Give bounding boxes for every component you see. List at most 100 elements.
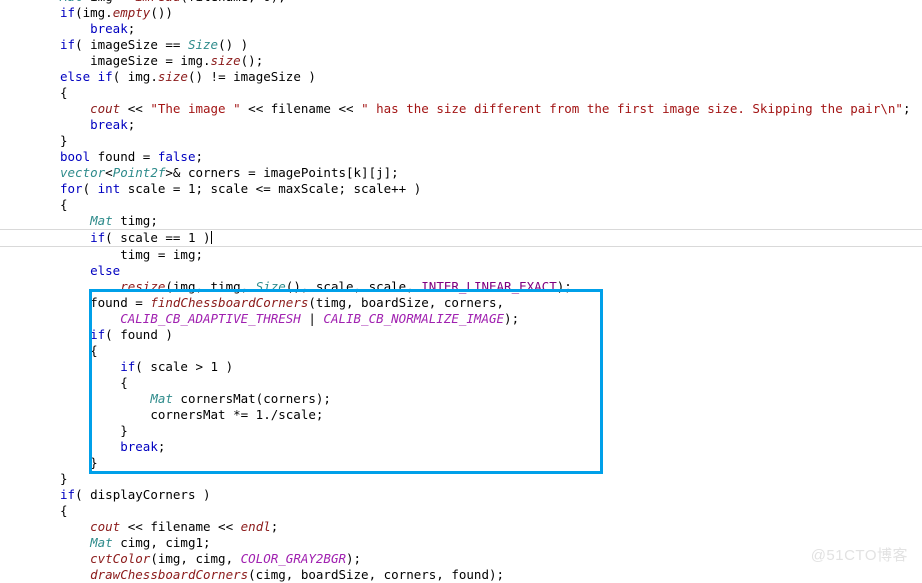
code-line[interactable]: timg = img; [0,247,922,263]
code-token-plain: cimg, cimg1; [112,535,211,550]
code-line[interactable]: break; [0,21,922,37]
code-line[interactable]: cout << filename << endl; [0,519,922,535]
code-line[interactable]: Mat cimg, cimg1; [0,535,922,551]
code-line[interactable]: else if( img.size() != imageSize ) [0,69,922,85]
code-line[interactable]: cvtColor(img, cimg, COLOR_GRAY2BGR); [0,551,922,567]
code-token-kw: if [60,5,76,20]
code-token-plain: ; [270,519,279,534]
code-line[interactable]: { [0,343,922,359]
code-line[interactable]: } [0,455,922,471]
code-line[interactable]: } [0,423,922,439]
code-token-type: Point2f [112,165,166,180]
code-line[interactable]: if( imageSize == Size() ) [0,37,922,53]
code-token-macro: CALIB_CB_ADAPTIVE_THRESH [120,311,301,326]
code-line[interactable]: if(img.empty()) [0,5,922,21]
code-token-plain: ; [127,117,136,132]
code-token-fn: cout [90,101,121,116]
code-token-kw: break [120,439,158,454]
code-token-plain: found = [90,295,151,310]
code-token-type: Size [255,279,286,294]
code-line[interactable]: if( displayCorners ) [0,487,922,503]
code-line[interactable]: break; [0,439,922,455]
code-line[interactable]: found = findChessboardCorners(timg, boar… [0,295,922,311]
code-token-plain: cornersMat *= 1./scale; [150,407,324,422]
code-line[interactable]: } [0,471,922,487]
code-token-plain: ( found ) [105,327,173,342]
code-token-plain: << [330,101,362,116]
code-line[interactable]: for( int scale = 1; scale <= maxScale; s… [0,181,922,197]
code-token-macro: COLOR_GRAY2BGR [240,551,346,566]
code-token-plain: (filename, 0); [180,0,285,4]
code-token-fn: size [210,53,241,68]
code-token-plain: << [240,101,271,116]
code-token-kw: false [157,149,196,164]
code-line[interactable]: } [0,133,922,149]
code-token-plain: filename [270,101,331,116]
code-token-kw: if [60,487,76,502]
code-token-fn: endl [240,519,271,534]
code-token-plain: ( img. [112,69,158,84]
code-token-type: Mat [90,535,113,550]
code-token-plain: ( imageSize == [75,37,188,52]
code-text-area[interactable]: Mat img = imread(filename, 0);if(img.emp… [0,0,922,583]
code-token-fn: resize [120,279,166,294]
code-token-plain: imageSize = img. [90,53,211,68]
code-token-type: Mat [60,0,90,4]
code-line[interactable]: Mat cornersMat(corners); [0,391,922,407]
code-line[interactable]: { [0,197,922,213]
code-line[interactable]: { [0,503,922,519]
code-token-plain: { [60,197,68,212]
code-line[interactable]: { [0,375,922,391]
code-token-kw: for [60,181,83,196]
code-token-str: " has the size different from the first … [361,101,903,116]
code-token-plain: { [60,85,68,100]
code-line[interactable]: else [0,263,922,279]
code-line[interactable]: break; [0,117,922,133]
code-line[interactable]: if( scale > 1 ) [0,359,922,375]
code-line[interactable]: cornersMat *= 1./scale; [0,407,922,423]
code-editor-viewport[interactable]: Mat img = imread(filename, 0);if(img.emp… [0,0,922,582]
code-token-fn: findChessboardCorners [150,295,309,310]
code-token-plain: (timg, boardSize, corners, [308,295,505,310]
code-token-fn: imread [135,0,180,4]
code-token-plain: } [60,133,68,148]
code-token-plain: } [90,455,98,470]
code-line-current[interactable]: if( scale == 1 ) [0,229,922,247]
code-token-plain: cornersMat(corners); [172,391,331,406]
code-line[interactable]: if( found ) [0,327,922,343]
code-token-plain: ; [902,101,911,116]
code-line[interactable]: drawChessboardCorners(cimg, boardSize, c… [0,567,922,583]
code-line[interactable]: resize(img, timg, Size(), scale, scale, … [0,279,922,295]
code-line[interactable]: Mat timg; [0,213,922,229]
code-token-fn: drawChessboardCorners [90,567,249,582]
code-line[interactable]: { [0,85,922,101]
code-line[interactable]: imageSize = img.size(); [0,53,922,69]
code-token-plain: ); [346,551,362,566]
code-line[interactable]: vector<Point2f>& corners = imagePoints[k… [0,165,922,181]
code-token-plain: () ) [218,37,249,52]
code-token-kw: else [90,263,121,278]
code-token-str: "The image " [150,101,241,116]
code-token-plain: } [60,471,68,486]
code-line[interactable]: cout << "The image " << filename << " ha… [0,101,922,117]
code-token-kw: if [60,37,76,52]
code-token-plain: | [300,311,324,326]
code-line[interactable]: bool found = false; [0,149,922,165]
code-token-type: Size [187,37,219,52]
code-token-plain: ; [195,149,204,164]
code-line[interactable]: CALIB_CB_ADAPTIVE_THRESH | CALIB_CB_NORM… [0,311,922,327]
